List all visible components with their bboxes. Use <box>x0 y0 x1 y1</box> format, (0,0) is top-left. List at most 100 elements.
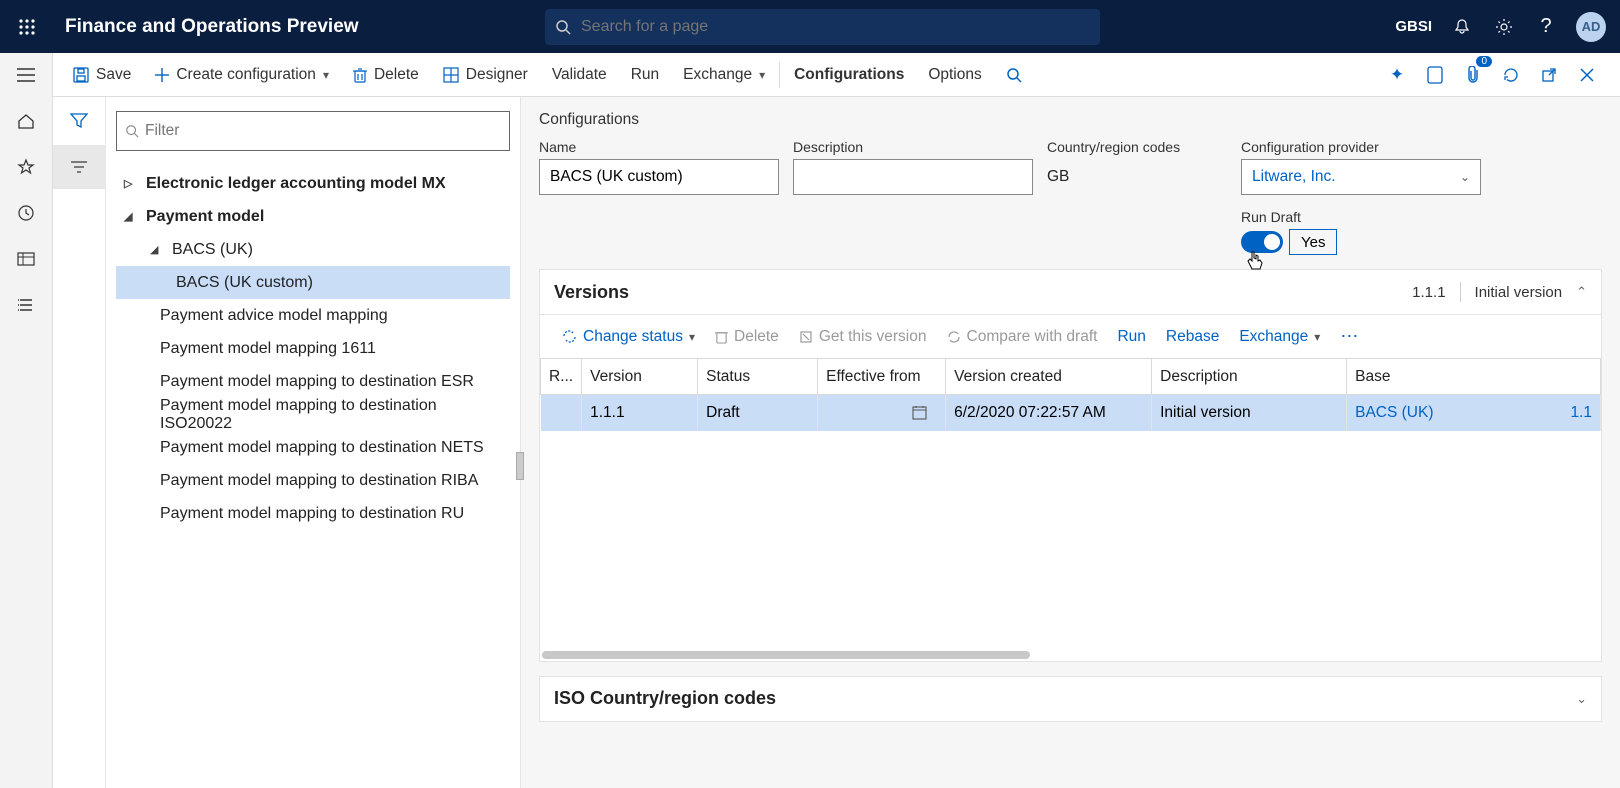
iso-header[interactable]: ISO Country/region codes ⌄ <box>540 677 1601 721</box>
designer-button[interactable]: Designer <box>431 53 540 97</box>
panel-resize-handle[interactable] <box>516 452 524 480</box>
chevron-down-icon: ⌄ <box>1576 691 1587 707</box>
region-label: Country/region codes <box>1047 139 1227 155</box>
versions-summary-ver: 1.1.1 <box>1412 284 1445 301</box>
grid-empty-area <box>540 431 1601 651</box>
main-content: Configurations Name Description Country/… <box>521 97 1620 788</box>
tree-node[interactable]: Payment model mapping to destination NET… <box>116 431 510 464</box>
tree-node-selected[interactable]: BACS (UK custom) <box>116 266 510 299</box>
global-search-input[interactable] <box>581 18 1090 36</box>
grid-scrollbar[interactable] <box>540 651 1601 661</box>
col-created[interactable]: Version created <box>946 359 1152 395</box>
nav-favorites[interactable] <box>0 145 53 189</box>
refresh-icon[interactable] <box>1494 58 1528 92</box>
col-effective[interactable]: Effective from <box>818 359 946 395</box>
tree-node[interactable]: Payment model mapping to destination ISO… <box>116 398 510 431</box>
nav-workspaces[interactable] <box>0 237 53 281</box>
left-nav <box>0 97 53 788</box>
iso-section: ISO Country/region codes ⌄ <box>539 676 1602 722</box>
tree-panel: ▷Electronic ledger accounting model MX ◢… <box>106 97 521 788</box>
get-version-button: Get this version <box>791 319 935 355</box>
section-title: Configurations <box>539 111 1602 129</box>
config-tree: ▷Electronic ledger accounting model MX ◢… <box>116 167 510 530</box>
tree-filter[interactable] <box>116 111 510 151</box>
delete-button[interactable]: Delete <box>341 53 431 97</box>
chevron-down-icon: ▾ <box>323 68 329 82</box>
tree-node[interactable]: Payment model mapping to destination ESR <box>116 365 510 398</box>
gear-icon[interactable] <box>1492 15 1516 39</box>
version-run-button[interactable]: Run <box>1109 319 1153 355</box>
popout-icon[interactable] <box>1532 58 1566 92</box>
tree-node[interactable]: ◢Payment model <box>116 200 510 233</box>
name-input[interactable] <box>539 159 779 195</box>
collapse-icon: ◢ <box>124 210 138 223</box>
calendar-icon[interactable] <box>912 405 927 420</box>
create-configuration-button[interactable]: Create configuration ▾ <box>143 53 341 97</box>
col-version[interactable]: Version <box>582 359 698 395</box>
tree-node[interactable]: Payment advice model mapping <box>116 299 510 332</box>
col-base[interactable]: Base <box>1347 359 1601 395</box>
col-status[interactable]: Status <box>698 359 818 395</box>
sparkle-icon[interactable]: ✦ <box>1380 58 1414 92</box>
chevron-down-icon: ▾ <box>759 68 765 82</box>
description-input[interactable] <box>793 159 1033 195</box>
search-icon <box>555 19 571 35</box>
tree-node[interactable]: Payment model mapping to destination RU <box>116 497 510 530</box>
chevron-up-icon[interactable]: ⌃ <box>1576 284 1587 300</box>
divider <box>779 62 780 88</box>
chevron-down-icon: ⌄ <box>1460 170 1470 184</box>
cell-version: 1.1.1 <box>582 395 698 431</box>
validate-button[interactable]: Validate <box>540 53 619 97</box>
attachments-icon[interactable]: 0 <box>1456 58 1490 92</box>
exchange-button[interactable]: Exchange▾ <box>671 53 777 97</box>
bell-icon[interactable] <box>1450 15 1474 39</box>
version-delete-button: Delete <box>707 319 787 355</box>
cell-description: Initial version <box>1152 395 1347 431</box>
more-actions-icon[interactable]: ⋯ <box>1332 326 1366 347</box>
change-status-button[interactable]: Change status ▾ <box>554 319 703 355</box>
tree-node[interactable]: ▷Electronic ledger accounting model MX <box>116 167 510 200</box>
region-value: GB <box>1047 159 1227 195</box>
tree-node[interactable]: Payment model mapping 1611 <box>116 332 510 365</box>
app-title: Finance and Operations Preview <box>65 16 359 38</box>
table-row[interactable]: 1.1.1 Draft 6/2/2020 07:22:57 AM Initial… <box>541 395 1601 431</box>
nav-modules[interactable] <box>0 283 53 327</box>
iso-title: ISO Country/region codes <box>554 688 776 709</box>
options-tab[interactable]: Options <box>916 53 993 97</box>
version-exchange-button[interactable]: Exchange▾ <box>1231 319 1328 355</box>
configurations-tab[interactable]: Configurations <box>782 53 916 97</box>
tree-filter-input[interactable] <box>145 122 501 140</box>
close-icon[interactable] <box>1570 58 1604 92</box>
rundraft-toggle[interactable] <box>1241 231 1283 253</box>
filter-funnel[interactable] <box>53 99 106 143</box>
save-button[interactable]: Save <box>61 53 143 97</box>
nav-home[interactable] <box>0 99 53 143</box>
nav-toggle[interactable] <box>0 53 53 97</box>
plus-icon <box>155 68 169 82</box>
cell-status: Draft <box>698 395 818 431</box>
trash-icon <box>353 67 367 83</box>
tree-node[interactable]: Payment model mapping to destination RIB… <box>116 464 510 497</box>
office-icon[interactable] <box>1418 58 1452 92</box>
provider-select[interactable]: Litware, Inc. ⌄ <box>1241 159 1481 195</box>
action-search-button[interactable] <box>994 53 1034 97</box>
versions-title: Versions <box>554 282 629 303</box>
waffle-icon[interactable] <box>0 18 53 36</box>
company-picker[interactable]: GBSI <box>1395 18 1432 35</box>
designer-icon <box>443 67 459 83</box>
rundraft-label: Run Draft <box>1241 209 1481 225</box>
command-bar: Save Create configuration ▾ Delete Desig… <box>0 53 1620 97</box>
col-description[interactable]: Description <box>1152 359 1347 395</box>
filter-lines[interactable] <box>53 145 106 189</box>
badge-count: 0 <box>1476 56 1492 67</box>
help-icon[interactable]: ? <box>1534 15 1558 39</box>
global-search[interactable] <box>545 9 1100 45</box>
description-label: Description <box>793 139 1033 155</box>
run-button[interactable]: Run <box>619 53 671 97</box>
tree-node[interactable]: ◢BACS (UK) <box>116 233 510 266</box>
top-header: Finance and Operations Preview GBSI ? AD <box>0 0 1620 53</box>
col-r[interactable]: R... <box>541 359 582 395</box>
nav-recent[interactable] <box>0 191 53 235</box>
rebase-button[interactable]: Rebase <box>1158 319 1227 355</box>
user-avatar[interactable]: AD <box>1576 12 1606 42</box>
